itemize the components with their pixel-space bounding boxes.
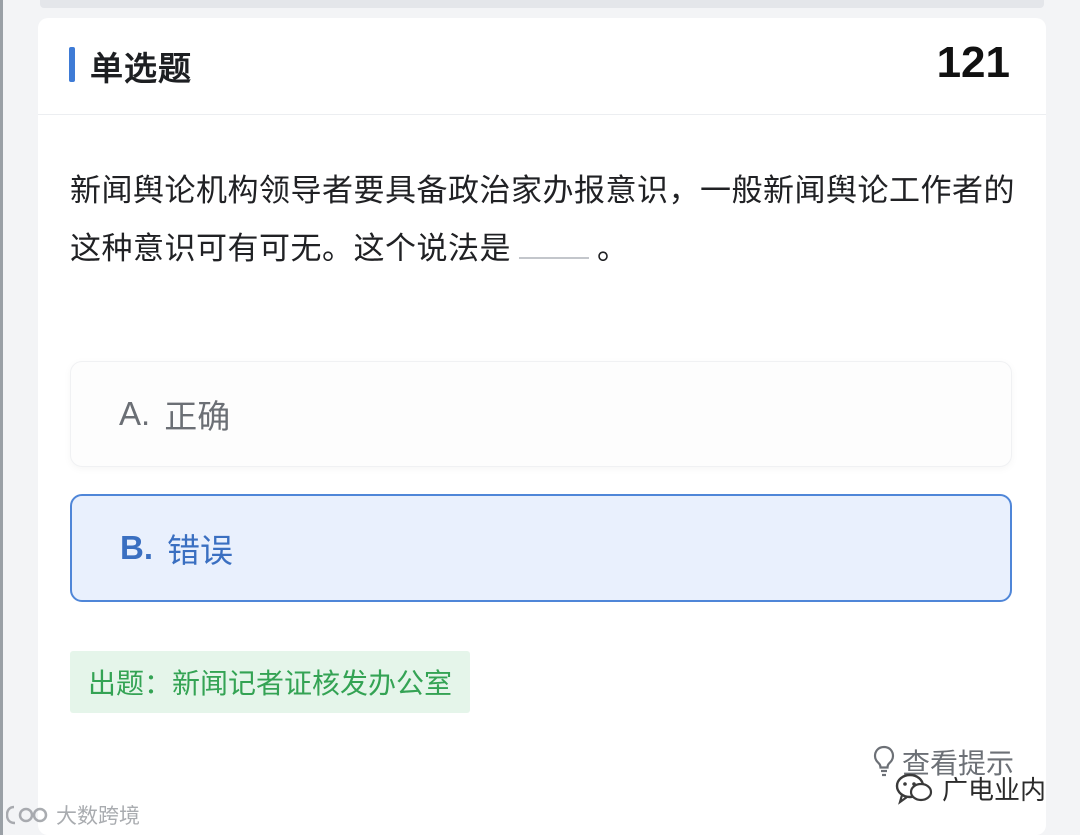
type-accent-bar bbox=[69, 47, 75, 82]
quiz-screen: 单选题 121 新闻舆论机构领导者要具备政治家办报意识，一般新闻舆论工作者的这种… bbox=[0, 0, 1080, 835]
wechat-icon bbox=[895, 773, 933, 805]
watermark-left: 大数跨境 bbox=[6, 800, 140, 830]
previous-card-edge bbox=[40, 0, 1044, 8]
option-text: 正确 bbox=[164, 397, 231, 436]
answer-blank bbox=[519, 233, 589, 259]
option-a[interactable]: A. 正确 bbox=[70, 361, 1012, 467]
question-number: 121 bbox=[936, 38, 1010, 87]
question-text: 新闻舆论机构领导者要具备政治家办报意识，一般新闻舆论工作者的这种意识可有可无。这… bbox=[70, 162, 1020, 278]
watermark-right: 广电业内 bbox=[894, 770, 1046, 807]
watermark-right-text: 广电业内 bbox=[942, 776, 1047, 806]
edge-line bbox=[0, 0, 3, 835]
question-end: 。 bbox=[597, 231, 629, 267]
option-text: 错误 bbox=[167, 531, 233, 570]
option-letter: B. bbox=[120, 529, 153, 566]
option-b-selected[interactable]: B. 错误 bbox=[70, 494, 1012, 602]
brand-logo-icon bbox=[6, 805, 48, 825]
question-header: 单选题 121 bbox=[38, 22, 1046, 115]
lightbulb-icon bbox=[873, 745, 895, 777]
source-tag: 出题：新闻记者证核发办公室 bbox=[70, 651, 471, 713]
watermark-left-text: 大数跨境 bbox=[56, 804, 140, 828]
question-type-label: 单选题 bbox=[90, 49, 192, 88]
option-letter: A. bbox=[119, 395, 151, 432]
